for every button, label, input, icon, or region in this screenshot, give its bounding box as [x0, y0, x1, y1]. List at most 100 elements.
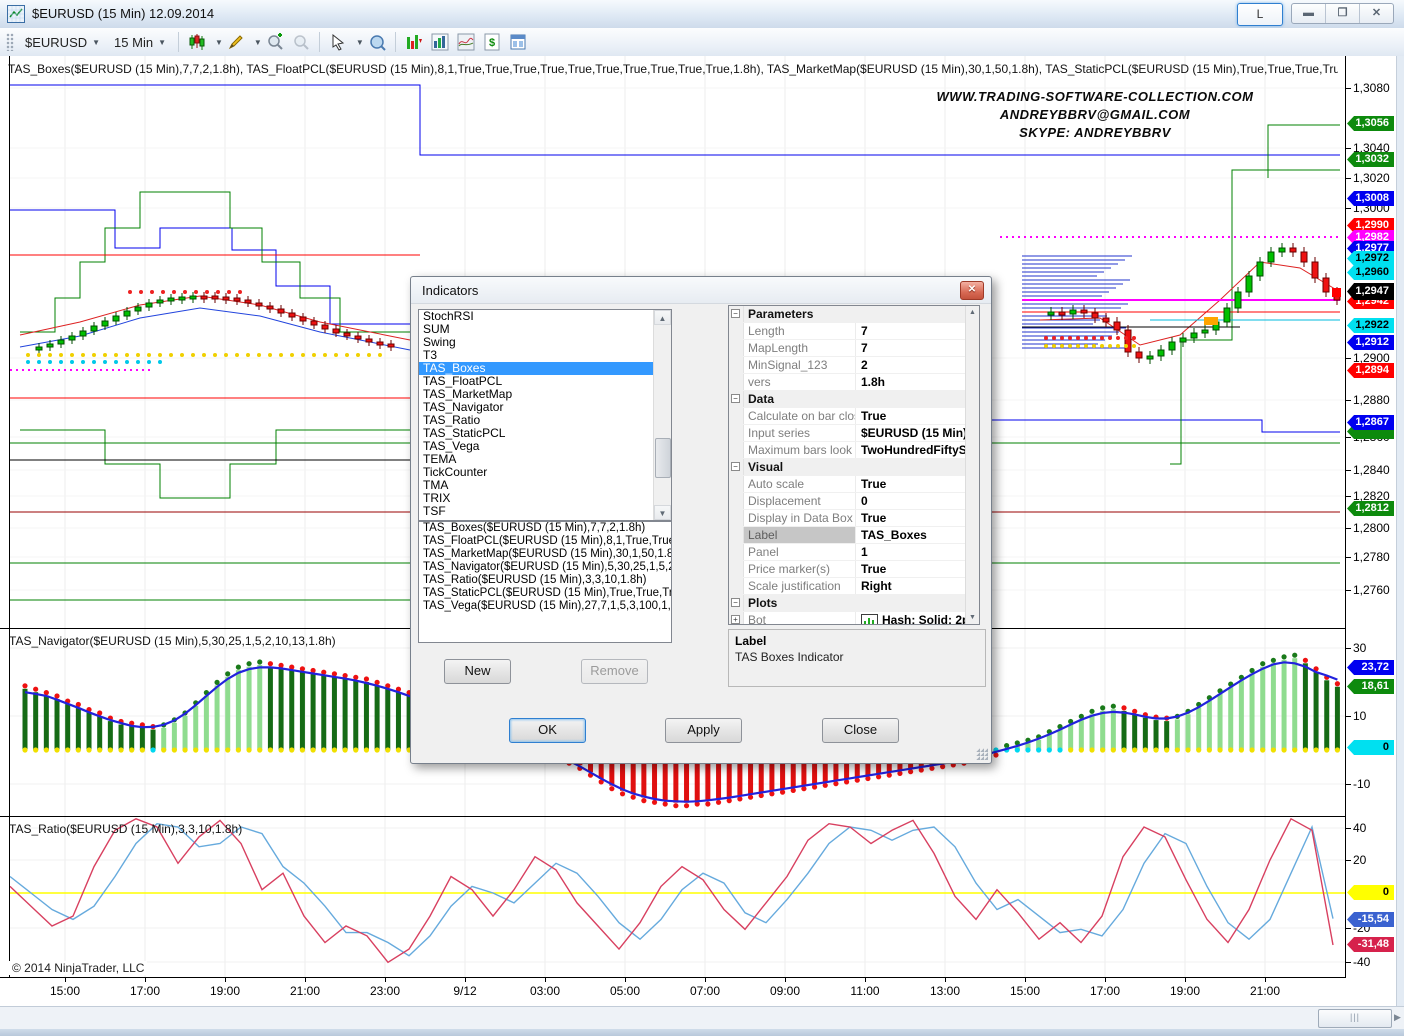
property-label[interactable]: Displacement [744, 493, 856, 509]
property-label[interactable]: Maximum bars look l [744, 442, 856, 458]
property-label[interactable]: Price marker(s) [744, 561, 856, 577]
property-label[interactable]: MapLength [744, 340, 856, 356]
property-row[interactable]: Maximum bars look lTwoHundredFiftySix [729, 442, 966, 459]
property-value[interactable]: Hash; Solid; 2px [856, 612, 966, 625]
configured-indicator-item[interactable]: TAS_Ratio($EURUSD (15 Min),3,3,10,1.8h) [419, 574, 671, 587]
property-label[interactable]: Input series [744, 425, 856, 441]
property-value[interactable]: 1.8h [856, 374, 966, 390]
property-section[interactable]: −Visual [729, 459, 966, 476]
toolbar-grip[interactable] [6, 33, 14, 51]
property-value[interactable]: $EURUSD (15 Min) [856, 425, 966, 441]
new-button[interactable]: New [444, 659, 511, 684]
property-label[interactable]: MinSignal_123 [744, 357, 856, 373]
property-label[interactable]: Label [744, 527, 856, 543]
property-row[interactable]: Length7 [729, 323, 966, 340]
remove-button[interactable]: Remove [581, 659, 648, 684]
property-row[interactable]: Scale justificationRight [729, 578, 966, 595]
property-value[interactable]: TwoHundredFiftySix [856, 442, 966, 458]
collapse-icon[interactable]: − [731, 309, 740, 318]
expand-icon[interactable]: + [731, 615, 740, 624]
property-row[interactable]: + BotHash; Solid; 2px [729, 612, 966, 625]
indicator-list-item[interactable]: SUM [419, 323, 671, 336]
configured-indicators-list[interactable]: TAS_Boxes($EURUSD (15 Min),7,7,2,1.8h) TA… [418, 521, 672, 643]
ratio-panel[interactable] [0, 816, 1346, 982]
property-value[interactable]: 1 [856, 544, 966, 560]
price-axis[interactable]: 1,30801,30401,30201,30001,29001,28801,28… [1346, 56, 1396, 1006]
zoom-out-icon[interactable] [289, 31, 313, 53]
zoom-window-icon[interactable] [365, 31, 389, 53]
chevron-down-icon[interactable]: ▼ [254, 38, 262, 47]
cursor-icon[interactable] [326, 31, 350, 53]
restore-button[interactable]: ❐ [1326, 4, 1360, 23]
resize-grip[interactable] [976, 748, 988, 760]
available-indicators-list[interactable]: StochRSISUMSwingT3TAS_BoxesTAS_FloatPCLT… [418, 309, 672, 521]
interval-selector[interactable]: 15 Min▼ [107, 30, 173, 54]
property-grid[interactable]: −ParametersLength7MapLength7MinSignal_12… [728, 305, 980, 625]
property-label[interactable]: Bot [744, 612, 856, 625]
property-value[interactable]: 7 [856, 323, 966, 339]
drawing-tools-icon[interactable] [224, 31, 248, 53]
scrollbar-right-arrow[interactable]: ▶ [1394, 1012, 1401, 1023]
apply-button[interactable]: Apply [665, 718, 742, 743]
indicator-list-item[interactable]: TickCounter [419, 466, 671, 479]
property-row[interactable]: MapLength7 [729, 340, 966, 357]
chevron-down-icon[interactable]: ▼ [215, 38, 223, 47]
property-label[interactable]: Display in Data Box [744, 510, 856, 526]
zoom-in-icon[interactable] [263, 31, 287, 53]
scroll-down-icon[interactable]: ▼ [654, 505, 671, 520]
indicator-list-item[interactable]: TAS_Vega [419, 440, 671, 453]
link-button[interactable]: L [1237, 3, 1283, 26]
horizontal-scrollbar[interactable]: ||| ▶ [0, 1006, 1404, 1029]
candlestick-style-icon[interactable] [185, 31, 209, 53]
scroll-up-icon[interactable]: ▲ [966, 306, 979, 319]
property-row[interactable]: Display in Data BoxTrue [729, 510, 966, 527]
property-value[interactable]: 0 [856, 493, 966, 509]
property-row[interactable]: LabelTAS_Boxes [729, 527, 966, 544]
property-section[interactable]: −Plots [729, 595, 966, 612]
panel-separator[interactable] [0, 816, 1346, 817]
grid-scrollbar[interactable]: ▲ ▼ [965, 306, 979, 624]
property-row[interactable]: vers1.8h [729, 374, 966, 391]
close-dialog-button[interactable]: Close [822, 718, 899, 743]
property-value[interactable]: True [856, 510, 966, 526]
collapse-icon[interactable]: − [731, 394, 740, 403]
scrollbar-thumb[interactable]: ||| [1318, 1009, 1392, 1028]
property-value[interactable]: 7 [856, 340, 966, 356]
indicator-list-item[interactable]: Swing [419, 336, 671, 349]
data-box-icon[interactable] [506, 31, 530, 53]
dialog-title-bar[interactable]: Indicators ✕ [411, 277, 991, 304]
property-row[interactable]: Panel1 [729, 544, 966, 561]
property-row[interactable]: MinSignal_1232 [729, 357, 966, 374]
scroll-up-icon[interactable]: ▲ [654, 310, 671, 325]
minimize-button[interactable]: ▬ [1292, 4, 1326, 23]
configured-indicator-item[interactable]: TAS_StaticPCL($EURUSD (15 Min),True,True… [419, 587, 671, 600]
indicator-list-item[interactable]: TRIX [419, 492, 671, 505]
property-value[interactable]: 2 [856, 357, 966, 373]
property-row[interactable]: Displacement0 [729, 493, 966, 510]
chart-analyzer-icon[interactable] [454, 31, 478, 53]
property-value[interactable]: True [856, 476, 966, 492]
property-value[interactable]: True [856, 408, 966, 424]
instrument-selector[interactable]: $EURUSD▼ [18, 30, 107, 54]
property-label[interactable]: Scale justification [744, 578, 856, 594]
property-section[interactable]: −Parameters [729, 306, 966, 323]
property-row[interactable]: Price marker(s)True [729, 561, 966, 578]
configured-indicator-item[interactable]: TAS_MarketMap($EURUSD (15 Min),30,1,50,1… [419, 548, 671, 561]
ok-button[interactable]: OK [509, 718, 586, 743]
indicator-list-item[interactable]: TSF [419, 505, 671, 518]
property-value[interactable]: Right [856, 578, 966, 594]
indicators-icon[interactable] [402, 31, 426, 53]
chart-type-icon[interactable] [428, 31, 452, 53]
indicator-list-item[interactable]: StochRSI [419, 310, 671, 323]
property-row[interactable]: Auto scaleTrue [729, 476, 966, 493]
property-row[interactable]: Input series$EURUSD (15 Min) [729, 425, 966, 442]
configured-indicator-item[interactable]: TAS_Boxes($EURUSD (15 Min),7,7,2,1.8h) [419, 522, 671, 535]
configured-indicator-item[interactable]: TAS_Vega($EURUSD (15 Min),27,7,1,5,3,100… [419, 600, 671, 613]
chevron-down-icon[interactable]: ▼ [356, 38, 364, 47]
scroll-down-icon[interactable]: ▼ [966, 611, 979, 624]
property-label[interactable]: vers [744, 374, 856, 390]
configured-indicator-item[interactable]: TAS_Navigator($EURUSD (15 Min),5,30,25,1… [419, 561, 671, 574]
property-section[interactable]: −Data [729, 391, 966, 408]
account-dollar-icon[interactable]: $ [480, 31, 504, 53]
collapse-icon[interactable]: − [731, 598, 740, 607]
